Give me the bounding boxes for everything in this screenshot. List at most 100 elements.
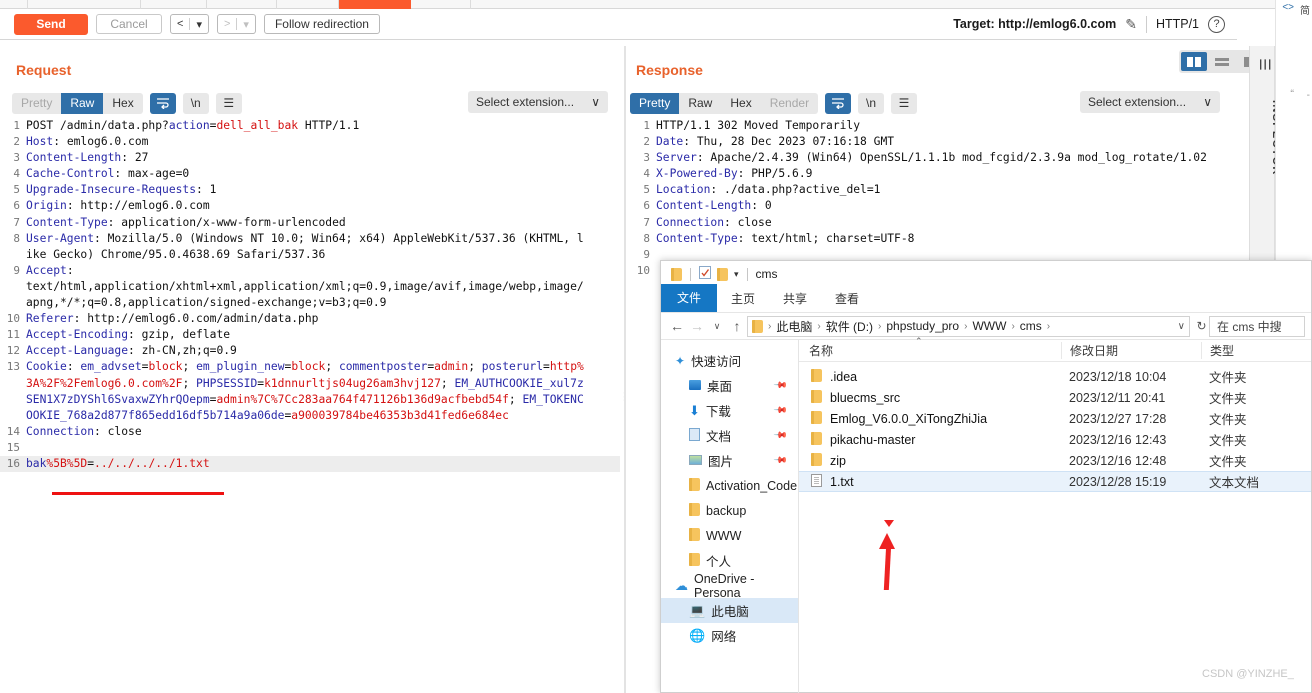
tab-3[interactable] xyxy=(141,0,207,9)
response-format-pretty[interactable]: Pretty xyxy=(630,92,680,114)
file-row[interactable]: zip 2023/12/16 12:48 文件夹 xyxy=(799,450,1311,471)
breadcrumb[interactable]: › 此电脑 › 软件 (D:) › phpstudy_pro › WWW › c… xyxy=(747,315,1190,337)
explorer-ribbon-tabs[interactable]: 文件 主页 共享 查看 xyxy=(661,284,1311,312)
code-icon[interactable]: <> xyxy=(1282,2,1294,13)
nav-item-11[interactable]: 🌐 网络 xyxy=(661,623,798,648)
request-extension-select[interactable]: Select extension... ∨ xyxy=(468,91,608,113)
pin-icon[interactable]: 📌 xyxy=(773,428,788,444)
repeater-tab-strip[interactable] xyxy=(0,0,1275,9)
new-folder-icon[interactable] xyxy=(717,267,728,281)
response-format-hex[interactable]: Hex xyxy=(721,93,760,114)
inspector-collapse-icon[interactable]: ☰ xyxy=(1256,58,1273,71)
nav-item-8[interactable]: 个人 xyxy=(661,548,798,573)
nav-item-2[interactable]: ⬇ 下载 📌 xyxy=(661,398,798,423)
back-icon[interactable]: ← xyxy=(667,318,687,334)
pin-icon[interactable]: 📌 xyxy=(773,403,788,419)
tab-5[interactable] xyxy=(277,0,339,9)
response-format-raw[interactable]: Raw xyxy=(679,93,721,114)
tab-1[interactable] xyxy=(0,0,28,9)
breadcrumb-item-1[interactable]: 软件 (D:) xyxy=(823,318,876,335)
refresh-icon[interactable]: ↻ xyxy=(1194,319,1209,333)
follow-redirection-button[interactable]: Follow redirection xyxy=(263,14,380,34)
explorer-title-bar[interactable]: ▾ cms xyxy=(661,261,1311,287)
breadcrumb-item-2[interactable]: phpstudy_pro xyxy=(883,319,962,333)
request-format-hex[interactable]: Hex xyxy=(103,93,142,114)
nav-item-10[interactable]: 💻 此电脑 xyxy=(661,598,798,623)
nav-item-5[interactable]: Activation_Code xyxy=(661,473,798,498)
request-menu-icon[interactable]: ☰ xyxy=(215,92,242,114)
response-extension-select[interactable]: Select extension... ∨ xyxy=(1080,91,1220,113)
layout-horizontal-split-icon[interactable] xyxy=(1209,52,1235,71)
file-explorer-window[interactable]: ▾ cms 文件 主页 共享 查看 ← → ∨ ↑ › 此电脑 › 软件 (D:… xyxy=(660,260,1312,693)
up-icon[interactable]: ↑ xyxy=(727,318,747,334)
http-version-label[interactable]: HTTP/1 xyxy=(1156,17,1199,31)
pin-icon[interactable]: 📌 xyxy=(773,453,788,469)
line-number: 8 xyxy=(643,231,650,245)
history-forward-group[interactable]: > ▾ xyxy=(216,14,256,34)
breadcrumb-item-0[interactable]: 此电脑 xyxy=(773,318,815,335)
ribbon-tab-home[interactable]: 主页 xyxy=(717,286,769,312)
request-newline-icon[interactable]: \n xyxy=(182,92,209,114)
request-format-pretty[interactable]: Pretty xyxy=(12,93,61,114)
file-row[interactable]: Emlog_V6.0.0_XiTongZhiJia 2023/12/27 17:2… xyxy=(799,408,1311,429)
simplified-chinese-label[interactable]: 简 xyxy=(1300,2,1310,17)
explorer-nav-pane[interactable]: ✦ 快速访问 桌面 📌 ⬇ 下载 📌 文档 📌 图片 📌 Activation_Code backup W… xyxy=(661,340,799,693)
breadcrumb-item-4[interactable]: cms xyxy=(1017,319,1045,333)
nav-item-9[interactable]: ☁ OneDrive - Persona xyxy=(661,572,798,600)
file-list-header: 名称 ⌃ 修改日期 类型 xyxy=(799,336,1311,362)
request-format-raw[interactable]: Raw xyxy=(61,92,104,114)
history-forward-caret[interactable]: ▾ xyxy=(237,15,255,33)
ribbon-tab-file[interactable]: 文件 xyxy=(661,284,718,312)
tab-active[interactable] xyxy=(339,0,411,9)
explorer-file-list[interactable]: 名称 ⌃ 修改日期 类型 .idea 2023/12/18 10:04 文件夹 blu… xyxy=(799,336,1311,693)
response-format-tabs[interactable]: Pretty Raw Hex Render xyxy=(630,92,819,114)
request-format-tabs[interactable]: Pretty Raw Hex xyxy=(12,92,143,114)
help-icon[interactable]: ? xyxy=(1208,15,1225,33)
history-nav-group[interactable]: < ▾ xyxy=(170,14,209,34)
properties-icon[interactable] xyxy=(699,266,711,282)
divider xyxy=(1145,15,1147,33)
nav-item-1[interactable]: 桌面 📌 xyxy=(661,373,798,398)
search-input[interactable]: 在 cms 中搜 xyxy=(1209,315,1305,337)
breadcrumb-item-3[interactable]: WWW xyxy=(969,319,1009,333)
response-menu-icon[interactable]: ☰ xyxy=(891,92,918,114)
nav-item-4[interactable]: 图片 📌 xyxy=(661,448,798,473)
response-format-render[interactable]: Render xyxy=(761,93,818,114)
history-back-caret[interactable]: ▾ xyxy=(190,15,208,33)
nav-item-3[interactable]: 文档 📌 xyxy=(661,423,798,448)
history-back-button[interactable]: < xyxy=(171,15,189,33)
code-line: 5 Location: ./data.php?active_del=1 xyxy=(630,182,1238,198)
response-newline-icon[interactable]: \n xyxy=(858,92,885,114)
file-row[interactable]: .idea 2023/12/18 10:04 文件夹 xyxy=(799,366,1311,387)
layout-vertical-split-icon[interactable] xyxy=(1181,52,1207,71)
nav-item-7[interactable]: WWW xyxy=(661,523,798,548)
folder-icon[interactable] xyxy=(671,267,682,281)
history-forward-button[interactable]: > xyxy=(218,15,236,33)
pencil-icon[interactable]: ✎ xyxy=(1125,16,1137,33)
response-word-wrap-icon[interactable] xyxy=(825,92,852,114)
tab-4[interactable] xyxy=(207,0,277,9)
column-header-type[interactable]: 类型 xyxy=(1201,342,1311,359)
ribbon-tab-view[interactable]: 查看 xyxy=(821,286,873,312)
file-row[interactable]: 1.txt 2023/12/28 15:19 文本文档 xyxy=(799,471,1311,492)
recent-locations-icon[interactable]: ∨ xyxy=(707,321,727,332)
breadcrumb-caret-icon[interactable]: ∨ xyxy=(1178,321,1185,332)
request-word-wrap-icon[interactable] xyxy=(149,92,176,114)
nav-item-6[interactable]: backup xyxy=(661,498,798,523)
ribbon-tab-share[interactable]: 共享 xyxy=(769,286,821,312)
customize-caret-icon[interactable]: ▾ xyxy=(734,269,739,280)
column-header-name[interactable]: 名称 ⌃ xyxy=(799,336,1061,359)
tab-7[interactable] xyxy=(411,0,471,9)
cancel-button[interactable]: Cancel xyxy=(96,14,162,34)
forward-icon[interactable]: → xyxy=(687,318,707,334)
send-button[interactable]: Send xyxy=(14,13,88,35)
file-type-cell: 文件夹 xyxy=(1209,455,1247,469)
nav-item-0[interactable]: ✦ 快速访问 xyxy=(661,348,798,373)
file-row[interactable]: pikachu-master 2023/12/16 12:43 文件夹 xyxy=(799,429,1311,450)
file-row[interactable]: bluecms_src 2023/12/11 20:41 文件夹 xyxy=(799,387,1311,408)
panel-splitter[interactable] xyxy=(624,46,626,693)
request-editor[interactable]: 1 POST /admin/data.php?action=dell_all_ba… xyxy=(0,118,620,693)
tab-2[interactable] xyxy=(28,0,141,9)
column-header-date[interactable]: 修改日期 xyxy=(1061,342,1201,359)
pin-icon[interactable]: 📌 xyxy=(773,378,788,394)
